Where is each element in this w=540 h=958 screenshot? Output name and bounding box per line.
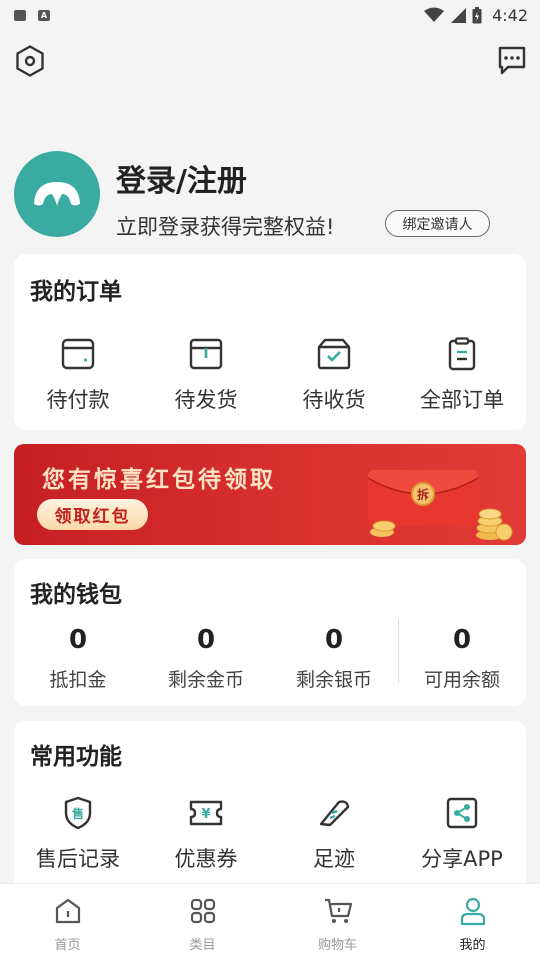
wallet-value: 0 [452, 625, 472, 655]
font-app-icon: A [38, 9, 50, 21]
wallet-label: 剩余金币 [167, 669, 244, 691]
cart-icon [323, 896, 353, 926]
message-button[interactable] [496, 44, 528, 76]
status-bar: A 4:42 [0, 0, 540, 30]
wallet-label: 剩余银币 [295, 669, 372, 691]
claim-red-packet-button[interactable]: 领取红包 [37, 499, 148, 530]
wallet-balance[interactable]: 0 可用余额 [398, 625, 526, 692]
order-item-label: 待付款 [46, 388, 110, 412]
coupon-glyph: ¥ [201, 807, 210, 822]
coupon-icon: ¥ [188, 795, 224, 831]
function-label: 足迹 [313, 847, 355, 871]
wallet-silver-coins[interactable]: 0 剩余银币 [270, 625, 398, 692]
wallet-card-icon [60, 336, 96, 372]
order-pending-payment[interactable]: 待付款 [14, 336, 142, 414]
nav-mine[interactable]: 我的 [405, 884, 540, 958]
nav-label: 首页 [54, 938, 81, 953]
nav-label: 我的 [459, 938, 486, 953]
wallet-value: 0 [68, 625, 88, 655]
order-pending-shipment[interactable]: 待发货 [142, 336, 270, 414]
functions-title: 常用功能 [30, 744, 122, 770]
home-icon [53, 896, 83, 926]
order-item-label: 待收货 [302, 388, 366, 412]
function-label: 优惠券 [174, 847, 238, 871]
notification-icon [14, 9, 26, 21]
delivery-check-icon [316, 336, 352, 372]
after-sale-records[interactable]: 售 售后记录 [14, 795, 142, 873]
banner-title: 您有惊喜红包待领取 [42, 467, 276, 493]
app-logo-icon [34, 182, 80, 206]
wallet-value: 0 [324, 625, 344, 655]
nav-label: 类目 [189, 938, 216, 953]
function-label: 售后记录 [36, 847, 120, 871]
nav-cart[interactable]: 购物车 [270, 884, 405, 958]
wallet-gold-coins[interactable]: 0 剩余金币 [142, 625, 270, 692]
orders-card: 我的订单 待付款 待发货 待收货 全部订单 [14, 254, 526, 430]
order-item-label: 待发货 [174, 388, 238, 412]
wifi-icon [424, 7, 445, 22]
wallet-label: 抵扣金 [49, 669, 107, 691]
function-label: 分享APP [421, 847, 503, 871]
battery-icon [472, 6, 482, 23]
signal-icon [451, 8, 467, 23]
wallet-title: 我的钱包 [30, 582, 122, 608]
avatar[interactable] [14, 151, 100, 237]
coupons[interactable]: ¥ 优惠券 [142, 795, 270, 873]
nav-home[interactable]: 首页 [0, 884, 135, 958]
order-all[interactable]: 全部订单 [398, 336, 526, 414]
box-icon [188, 336, 224, 372]
order-item-label: 全部订单 [420, 388, 504, 412]
login-title[interactable]: 登录/注册 [116, 156, 247, 200]
envelope-char: 拆 [417, 487, 429, 502]
footprints[interactable]: 足迹 [270, 795, 398, 873]
wallet-divider [398, 619, 399, 683]
clock: 4:42 [492, 5, 528, 25]
shield-glyph: 售 [72, 806, 84, 821]
settings-hexagon-icon [16, 45, 44, 77]
share-app[interactable]: 分享APP [398, 795, 526, 873]
footprint-icon [316, 795, 352, 831]
orders-title: 我的订单 [30, 279, 122, 305]
clipboard-icon [444, 336, 480, 372]
wallet-card: 我的钱包 0 抵扣金 0 剩余金币 0 剩余银币 0 可用余额 [14, 559, 526, 706]
settings-button[interactable] [14, 44, 46, 78]
user-icon [458, 896, 488, 926]
after-sale-shield-icon: 售 [60, 795, 96, 831]
bottom-nav: 首页 类目 购物车 我的 [0, 883, 540, 958]
grid-icon [188, 896, 218, 926]
share-icon [444, 795, 480, 831]
wallet-deduction[interactable]: 0 抵扣金 [14, 625, 142, 692]
red-envelope-icon: 拆 [367, 470, 513, 541]
nav-label: 购物车 [317, 938, 357, 953]
nav-categories[interactable]: 类目 [135, 884, 270, 958]
red-packet-banner[interactable]: 您有惊喜红包待领取 领取红包 拆 [14, 444, 526, 545]
wallet-label: 可用余额 [423, 669, 500, 691]
chat-bubble-icon [498, 46, 526, 75]
wallet-value: 0 [196, 625, 216, 655]
bind-inviter-button[interactable]: 绑定邀请人 [385, 210, 490, 237]
order-pending-receipt[interactable]: 待收货 [270, 336, 398, 414]
login-subtitle: 立即登录获得完整权益! [116, 215, 335, 239]
